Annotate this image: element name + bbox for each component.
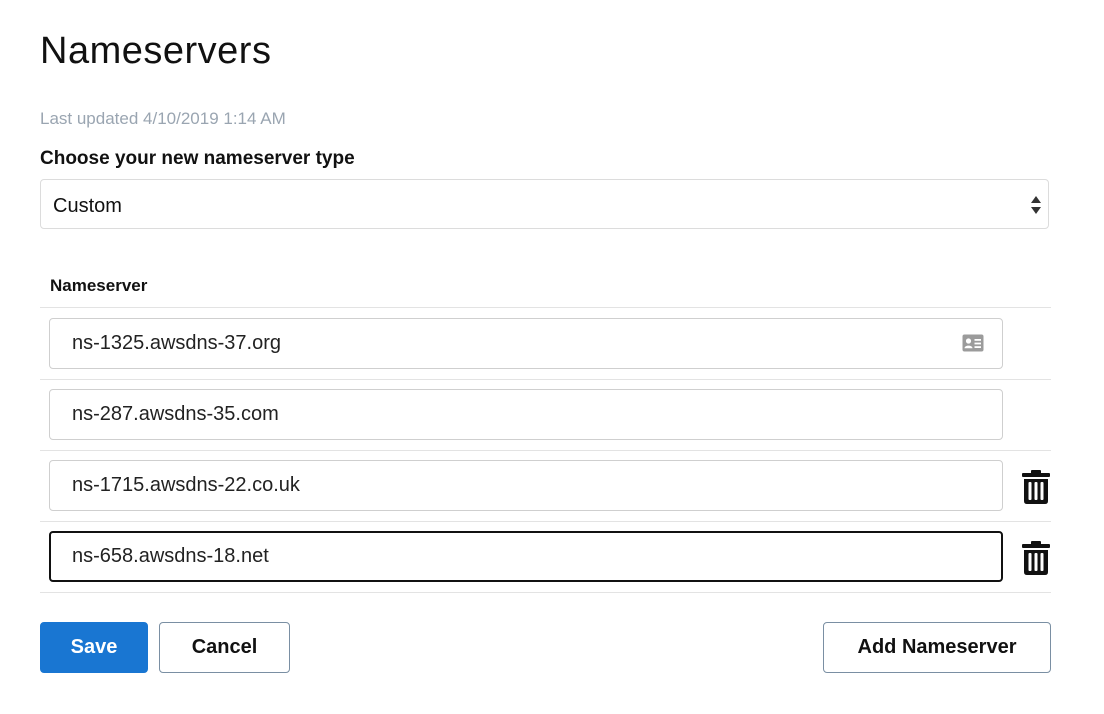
nameserver-input-3[interactable] [49,460,1003,511]
table-divider [40,521,1051,522]
cancel-button[interactable]: Cancel [159,622,290,673]
page-title: Nameservers [40,30,272,72]
table-divider [40,307,1051,308]
trash-icon[interactable] [1022,541,1050,575]
add-nameserver-button[interactable]: Add Nameserver [823,622,1051,673]
nameserver-type-value: Custom [53,195,122,217]
contact-card-icon[interactable] [962,334,984,352]
save-button[interactable]: Save [40,622,148,673]
table-divider [40,592,1051,593]
nameserver-column-header: Nameserver [50,276,148,295]
nameservers-page: Nameservers Last updated 4/10/2019 1:14 … [0,0,1104,714]
nameserver-type-label: Choose your new nameserver type [40,148,355,169]
nameserver-type-select[interactable]: Custom [40,179,1049,229]
select-arrows-icon [1031,196,1041,214]
table-divider [40,450,1051,451]
table-divider [40,379,1051,380]
nameserver-input-2[interactable] [49,389,1003,440]
nameserver-input-4[interactable] [49,531,1003,582]
last-updated-text: Last updated 4/10/2019 1:14 AM [40,109,286,128]
nameserver-input-1[interactable] [49,318,1003,369]
trash-icon[interactable] [1022,470,1050,504]
